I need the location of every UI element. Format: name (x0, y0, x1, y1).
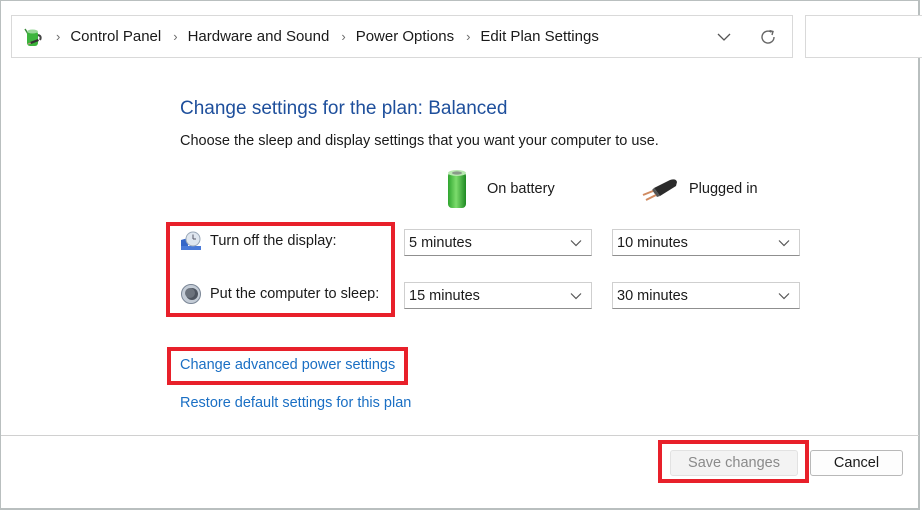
address-bar[interactable]: › Control Panel › Hardware and Sound › P… (11, 15, 793, 58)
save-changes-button[interactable]: Save changes (670, 450, 798, 476)
search-input[interactable] (805, 15, 922, 58)
sleep-moon-icon (180, 283, 202, 305)
breadcrumb-hardware-and-sound[interactable]: Hardware and Sound (188, 28, 330, 45)
row-label-put-computer-to-sleep: Put the computer to sleep: (210, 286, 380, 302)
row-label-turn-off-display: Turn off the display: (210, 233, 337, 249)
select-value: 15 minutes (409, 287, 480, 304)
row-put-computer-to-sleep: Put the computer to sleep: (180, 283, 379, 305)
column-header-on-battery: On battery (444, 168, 555, 210)
column-label-on-battery: On battery (487, 181, 555, 197)
column-label-plugged-in: Plugged in (689, 181, 758, 197)
display-off-on-battery-select[interactable]: 5 minutes (404, 229, 592, 256)
chevron-down-icon (570, 292, 582, 300)
sleep-on-battery-select[interactable]: 15 minutes (404, 282, 592, 309)
chevron-down-icon (570, 239, 582, 247)
breadcrumb-power-options[interactable]: Power Options (356, 28, 454, 45)
power-plug-icon (640, 168, 680, 210)
select-value: 30 minutes (617, 287, 688, 304)
sleep-plugged-in-select[interactable]: 30 minutes (612, 282, 800, 309)
chevron-down-icon[interactable] (714, 27, 734, 47)
display-clock-icon (180, 230, 202, 252)
change-advanced-power-settings-link[interactable]: Change advanced power settings (180, 357, 395, 373)
chevron-down-icon (778, 292, 790, 300)
refresh-icon[interactable] (758, 27, 778, 47)
chevron-down-icon (778, 239, 790, 247)
restore-default-settings-link[interactable]: Restore default settings for this plan (180, 395, 411, 411)
select-value: 10 minutes (617, 234, 688, 251)
chevron-right-icon[interactable]: › (173, 29, 177, 44)
breadcrumb-edit-plan-settings[interactable]: Edit Plan Settings (480, 28, 598, 45)
battery-icon (444, 168, 474, 210)
column-header-plugged-in: Plugged in (640, 168, 758, 210)
chevron-right-icon[interactable]: › (341, 29, 345, 44)
select-value: 5 minutes (409, 234, 472, 251)
breadcrumb-control-panel[interactable]: Control Panel (70, 28, 161, 45)
chevron-right-icon[interactable]: › (466, 29, 470, 44)
chevron-right-icon[interactable]: › (56, 29, 60, 44)
page-subtitle: Choose the sleep and display settings th… (180, 133, 659, 149)
footer-divider (1, 435, 919, 436)
display-off-plugged-in-select[interactable]: 10 minutes (612, 229, 800, 256)
cancel-button[interactable]: Cancel (810, 450, 903, 476)
row-turn-off-display: Turn off the display: (180, 230, 337, 252)
power-options-battery-icon (22, 26, 44, 48)
page-title: Change settings for the plan: Balanced (180, 98, 508, 119)
